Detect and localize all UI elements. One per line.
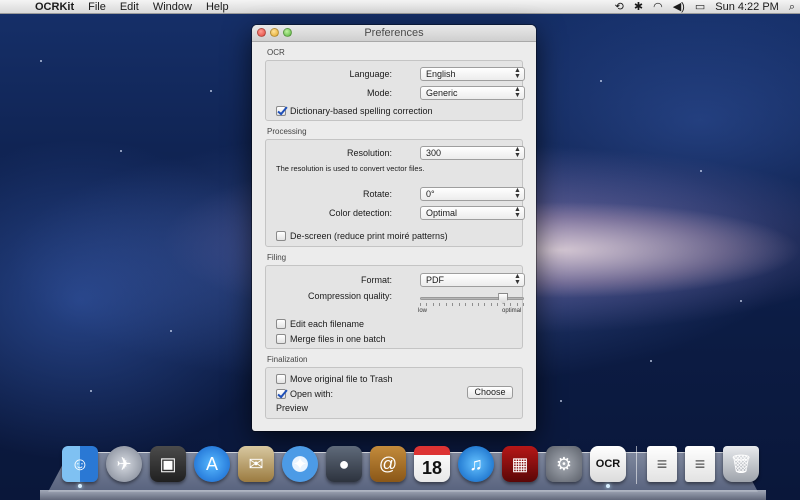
- rotate-label: Rotate:: [362, 189, 392, 199]
- move-to-trash-label[interactable]: Move original file to Trash: [290, 374, 393, 384]
- trash-icon[interactable]: 🗑: [723, 446, 759, 482]
- minimize-window-icon[interactable]: [270, 28, 279, 37]
- filing-group: Format: PDF ▲ ▼ Compression quality: low …: [265, 265, 525, 349]
- menu-file[interactable]: File: [81, 0, 113, 14]
- app-store-icon[interactable]: A: [194, 446, 230, 482]
- system-preferences-icon[interactable]: ⚙: [546, 446, 582, 482]
- preferences-window: Preferences OCR Language: English ▲ ▼ Mod…: [252, 25, 536, 431]
- compression-quality-row: Compression quality: low optimal: [266, 290, 524, 316]
- merge-files-checkbox[interactable]: [276, 333, 286, 344]
- time-machine-icon[interactable]: ⟲: [610, 0, 629, 14]
- popup-arrows-icon: ▲ ▼: [514, 187, 521, 200]
- menubar-clock[interactable]: Sun 4:22 PM: [710, 0, 784, 14]
- dock-divider: [636, 446, 637, 484]
- document-icon[interactable]: ≡: [647, 446, 677, 482]
- photo-booth-icon[interactable]: ▦: [502, 446, 538, 482]
- finalization-group: Move original file to Trash Open with: C…: [265, 367, 523, 419]
- resolution-popup[interactable]: 300 ▲ ▼: [420, 146, 525, 160]
- popup-arrows-icon: ▲ ▼: [514, 67, 521, 80]
- window-title: Preferences: [364, 27, 424, 39]
- processing-group: Resolution: 300 ▲ ▼ The resolution is use…: [265, 139, 525, 247]
- safari-icon[interactable]: ✦: [282, 446, 318, 482]
- section-title-ocr: OCR: [267, 48, 285, 57]
- slider-ticks: [420, 303, 524, 307]
- slider-high-label: optimal: [502, 308, 522, 314]
- running-indicator: [78, 484, 82, 488]
- spelling-correction-label[interactable]: Dictionary-based spelling correction: [290, 106, 433, 116]
- compression-quality-slider[interactable]: [420, 297, 524, 300]
- menu-window[interactable]: Window: [146, 0, 199, 14]
- popup-arrows-icon: ▲ ▼: [514, 273, 521, 286]
- resolution-value: 300: [426, 148, 442, 158]
- app-menu[interactable]: OCRKit: [28, 0, 81, 14]
- slider-low-label: low: [418, 308, 428, 314]
- mode-label: Mode:: [366, 88, 392, 98]
- close-window-icon[interactable]: [257, 28, 266, 37]
- dock-shelf-front: [40, 490, 766, 500]
- popup-arrows-icon: ▲ ▼: [514, 86, 521, 99]
- running-indicator: [606, 484, 610, 488]
- image-capture-icon[interactable]: ▣: [150, 446, 186, 482]
- mode-popup[interactable]: Generic ▲ ▼: [420, 86, 525, 100]
- dock: ☺ ✈ ▣ A ✉ ✦ ● @ 18 ♫ ▦ ⚙ OCR ≡ ≡ 🗑: [62, 446, 759, 490]
- resolution-note: The resolution is used to convert vector…: [276, 164, 425, 173]
- color-detection-value: Optimal: [426, 208, 458, 218]
- menu-edit[interactable]: Edit: [113, 0, 146, 14]
- menu-help[interactable]: Help: [199, 0, 236, 14]
- format-popup[interactable]: PDF ▲ ▼: [420, 273, 525, 287]
- spotlight-search-icon[interactable]: ⌕: [784, 0, 800, 14]
- choose-app-button[interactable]: Choose: [467, 386, 513, 399]
- language-label: Language:: [349, 69, 392, 79]
- finder-icon[interactable]: ☺: [62, 446, 98, 488]
- ocrkit-icon-label: OCR: [595, 458, 621, 470]
- window-titlebar[interactable]: Preferences: [252, 25, 536, 42]
- edit-filename-label[interactable]: Edit each filename: [290, 319, 364, 329]
- spelling-correction-checkbox[interactable]: [276, 105, 286, 116]
- wifi-icon[interactable]: ◠: [648, 0, 668, 14]
- zoom-window-icon[interactable]: [283, 28, 292, 37]
- itunes-icon[interactable]: ♫: [458, 446, 494, 482]
- volume-icon[interactable]: ◀): [668, 0, 690, 14]
- language-popup[interactable]: English ▲ ▼: [420, 67, 525, 81]
- ocr-group: Language: English ▲ ▼ Mode: Generic ▲ ▼ Di…: [265, 60, 525, 121]
- language-value: English: [426, 69, 456, 79]
- ocrkit-icon[interactable]: OCR: [590, 446, 626, 488]
- open-with-app-name: Preview: [276, 403, 309, 413]
- calendar-day: 18: [421, 457, 443, 478]
- open-with-label[interactable]: Open with:: [290, 389, 333, 399]
- popup-arrows-icon: ▲ ▼: [514, 146, 521, 159]
- bluetooth-icon[interactable]: ✱: [629, 0, 648, 14]
- rotate-value: 0°: [426, 189, 435, 199]
- section-title-filing: Filing: [267, 253, 287, 262]
- descreen-label[interactable]: De-screen (reduce print moiré patterns): [290, 231, 448, 241]
- merge-files-label[interactable]: Merge files in one batch: [290, 334, 386, 344]
- document-icon[interactable]: ≡: [685, 446, 715, 482]
- move-to-trash-checkbox[interactable]: [276, 373, 286, 384]
- color-detection-label: Color detection:: [328, 208, 392, 218]
- format-value: PDF: [426, 275, 444, 285]
- calendar-icon[interactable]: 18: [414, 446, 450, 482]
- color-detection-popup[interactable]: Optimal ▲ ▼: [420, 206, 525, 220]
- mail-icon[interactable]: ✉: [238, 446, 274, 482]
- address-book-icon[interactable]: @: [370, 446, 406, 482]
- rotate-popup[interactable]: 0° ▲ ▼: [420, 187, 525, 201]
- popup-arrows-icon: ▲ ▼: [514, 206, 521, 219]
- launchpad-icon[interactable]: ✈: [106, 446, 142, 482]
- facetime-icon[interactable]: ●: [326, 446, 362, 482]
- section-title-processing: Processing: [267, 127, 307, 136]
- open-with-checkbox[interactable]: [276, 388, 286, 399]
- descreen-checkbox[interactable]: [276, 230, 286, 241]
- resolution-label: Resolution:: [346, 148, 392, 158]
- battery-icon[interactable]: ▭: [690, 0, 710, 14]
- compression-quality-label: Compression quality:: [307, 291, 392, 301]
- section-title-finalization: Finalization: [267, 355, 308, 364]
- edit-filename-checkbox[interactable]: [276, 318, 286, 329]
- mode-value: Generic: [426, 88, 458, 98]
- format-label: Format:: [360, 275, 392, 285]
- menu-bar: OCRKit File Edit Window Help ⟲ ✱ ◠ ◀) ▭ …: [0, 0, 800, 14]
